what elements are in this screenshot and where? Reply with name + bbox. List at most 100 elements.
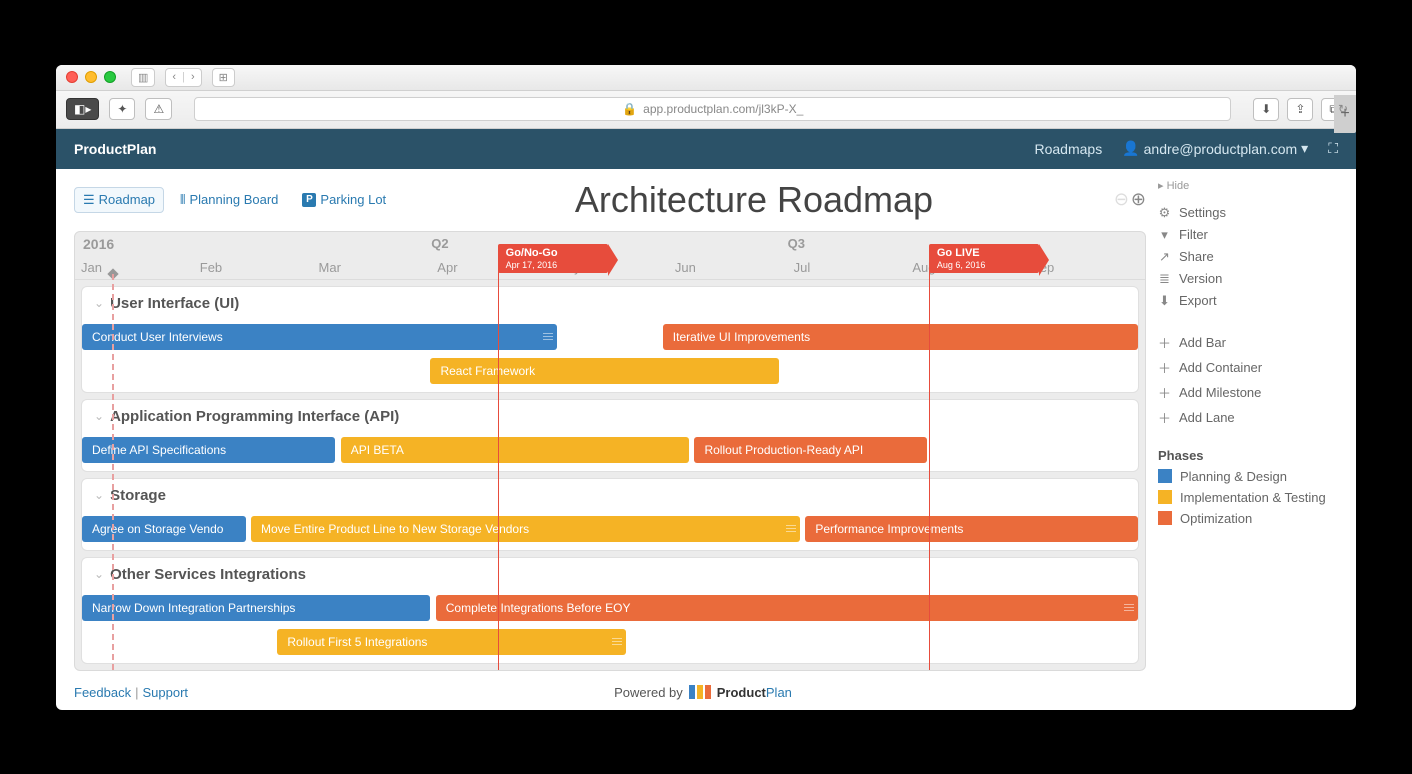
grip-icon xyxy=(543,324,553,350)
lane-row: React Framework xyxy=(82,356,1138,386)
view-tabs: ☰Roadmap ⫴Planning Board PParking Lot xyxy=(74,187,394,213)
grip-icon xyxy=(1124,595,1134,621)
add-container-button[interactable]: ＋Add Container xyxy=(1158,355,1338,380)
lane-name: User Interface (UI) xyxy=(110,295,239,312)
reload-icon[interactable]: ↻ xyxy=(1338,102,1348,116)
page-title: Architecture Roadmap xyxy=(394,179,1114,221)
roadmap-bar[interactable]: Performance Improvements xyxy=(805,516,1138,542)
milestone-line xyxy=(929,266,930,670)
chevron-down-icon: ⌄ xyxy=(94,296,104,310)
lane-header[interactable]: ⌄ Storage xyxy=(82,479,1138,510)
roadmap-bar[interactable]: Rollout First 5 Integrations xyxy=(277,629,625,655)
flux-ext-button[interactable]: ◧▸ xyxy=(66,98,99,120)
filter-link[interactable]: ▾Filter xyxy=(1158,224,1338,246)
month-label: Jan xyxy=(81,260,102,275)
tab-grid-button[interactable]: ⊞ xyxy=(212,68,235,87)
fullscreen-button[interactable]: ⛶ xyxy=(1328,140,1338,157)
chevron-down-icon: ⌄ xyxy=(94,409,104,423)
zoom-out-button[interactable]: ⊖ xyxy=(1114,189,1129,210)
tab-parking-lot[interactable]: PParking Lot xyxy=(294,187,394,213)
add-lane-button[interactable]: ＋Add Lane xyxy=(1158,405,1338,430)
roadmap-bar[interactable]: Conduct User Interviews xyxy=(82,324,557,350)
roadmap-bar[interactable]: Iterative UI Improvements xyxy=(663,324,1138,350)
user-icon: 👤 xyxy=(1122,140,1139,157)
lane-name: Storage xyxy=(110,487,166,504)
roadmap-bar[interactable]: Complete Integrations Before EOY xyxy=(436,595,1138,621)
roadmap-bar[interactable]: Agree on Storage Vendo xyxy=(82,516,246,542)
legend-swatch xyxy=(1158,511,1172,525)
warning-ext-button[interactable]: ⚠ xyxy=(145,98,172,120)
user-menu[interactable]: 👤 andre@productplan.com ▾ xyxy=(1122,140,1308,157)
hide-sidebar-button[interactable]: ▸ Hide xyxy=(1158,179,1338,192)
phases-heading: Phases xyxy=(1158,448,1338,463)
roadmap-icon: ☰ xyxy=(83,192,95,208)
parking-icon: P xyxy=(302,193,316,207)
url-text: app.productplan.com/jl3kP-X_ xyxy=(643,102,803,116)
maximize-window-button[interactable] xyxy=(104,71,116,83)
quarter-label: Q3 xyxy=(788,236,805,251)
feedback-link[interactable]: Feedback xyxy=(74,685,131,700)
plus-icon: ＋ xyxy=(1158,383,1171,402)
brand-label: ProductPlan xyxy=(74,141,156,157)
lane: ⌄ User Interface (UI) Conduct User Inter… xyxy=(81,286,1139,393)
month-label: Jun xyxy=(675,260,696,275)
footer: Feedback | Support Powered by ProductPla… xyxy=(56,679,1356,710)
roadmap-bar[interactable]: API BETA xyxy=(341,437,689,463)
nav-buttons[interactable]: ‹|› xyxy=(165,68,201,87)
roadmap-bar[interactable]: React Framework xyxy=(430,358,778,384)
share-link[interactable]: ↗Share xyxy=(1158,246,1338,268)
caret-down-icon: ▾ xyxy=(1301,140,1308,157)
sidebar: ▸ Hide ⚙Settings ▾Filter ↗Share ≣Version… xyxy=(1158,179,1338,671)
tab-roadmap[interactable]: ☰Roadmap xyxy=(74,187,164,213)
month-label: Apr xyxy=(437,260,457,275)
legend-label: Planning & Design xyxy=(1180,469,1287,484)
milestone-flag[interactable]: Go LIVEAug 6, 2016 xyxy=(929,244,1039,274)
lane-header[interactable]: ⌄ User Interface (UI) xyxy=(82,287,1138,318)
wand-ext-button[interactable]: ✦ xyxy=(109,98,135,120)
plus-icon: ＋ xyxy=(1158,358,1171,377)
lane-header[interactable]: ⌄ Application Programming Interface (API… xyxy=(82,400,1138,431)
powered-by: Powered by ProductPlan xyxy=(188,685,1218,700)
productplan-logo-icon xyxy=(689,685,711,699)
add-milestone-button[interactable]: ＋Add Milestone xyxy=(1158,380,1338,405)
plus-icon: ＋ xyxy=(1158,333,1171,352)
tab-planning-board[interactable]: ⫴Planning Board xyxy=(172,187,286,213)
app-header: ProductPlan Roadmaps 👤 andre@productplan… xyxy=(56,129,1356,169)
download-icon: ⬇ xyxy=(1158,293,1171,309)
lane-name: Other Services Integrations xyxy=(110,566,306,583)
roadmap-bar[interactable]: Move Entire Product Line to New Storage … xyxy=(251,516,800,542)
close-window-button[interactable] xyxy=(66,71,78,83)
download-button[interactable]: ⬇ xyxy=(1253,98,1279,121)
nav-roadmaps[interactable]: Roadmaps xyxy=(1034,141,1102,157)
roadmap-bar[interactable]: Narrow Down Integration Partnerships xyxy=(82,595,430,621)
settings-link[interactable]: ⚙Settings xyxy=(1158,202,1338,224)
user-email: andre@productplan.com xyxy=(1144,141,1298,157)
add-bar-button[interactable]: ＋Add Bar xyxy=(1158,330,1338,355)
share-icon: ↗ xyxy=(1158,249,1171,265)
roadmap-bar[interactable]: Rollout Production-Ready API xyxy=(694,437,926,463)
grip-icon xyxy=(786,516,796,542)
lane-header[interactable]: ⌄ Other Services Integrations xyxy=(82,558,1138,589)
chevron-down-icon: ⌄ xyxy=(94,488,104,502)
lane-row: Agree on Storage VendoMove Entire Produc… xyxy=(82,514,1138,544)
month-label: Feb xyxy=(200,260,222,275)
legend-swatch xyxy=(1158,469,1172,483)
support-link[interactable]: Support xyxy=(142,685,188,700)
legend-item[interactable]: Planning & Design xyxy=(1158,469,1338,484)
sidebar-toggle-button[interactable]: ▥ xyxy=(131,68,155,87)
lane-row: Conduct User Interviews Iterative UI Impr… xyxy=(82,322,1138,352)
lane-row: Define API SpecificationsAPI BETARollout… xyxy=(82,435,1138,465)
export-link[interactable]: ⬇Export xyxy=(1158,290,1338,312)
legend-item[interactable]: Optimization xyxy=(1158,511,1338,526)
roadmap-bar[interactable]: Define API Specifications xyxy=(82,437,335,463)
month-label: Mar xyxy=(319,260,341,275)
milestone-flag[interactable]: Go/No-GoApr 17, 2016 xyxy=(498,244,608,274)
lane: ⌄ Other Services Integrations Narrow Dow… xyxy=(81,557,1139,664)
share-browser-button[interactable]: ⇪ xyxy=(1287,98,1313,121)
legend-label: Optimization xyxy=(1180,511,1252,526)
address-bar[interactable]: 🔒 app.productplan.com/jl3kP-X_ ↻ xyxy=(194,97,1231,121)
zoom-in-button[interactable]: ⊕ xyxy=(1131,189,1146,210)
version-link[interactable]: ≣Version xyxy=(1158,268,1338,290)
legend-item[interactable]: Implementation & Testing xyxy=(1158,490,1338,505)
minimize-window-button[interactable] xyxy=(85,71,97,83)
